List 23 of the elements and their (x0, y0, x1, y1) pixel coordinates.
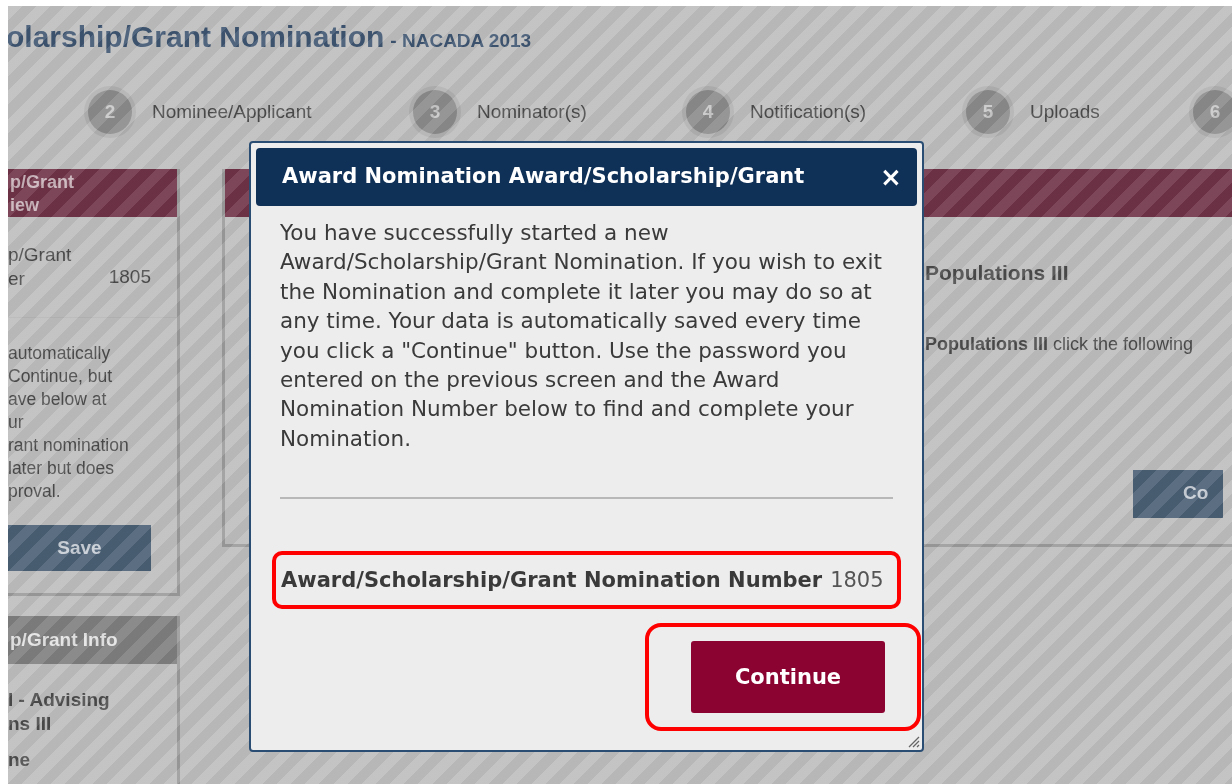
step-label: Nominee/Applicant (152, 99, 312, 124)
nomination-number: 1805 (108, 264, 151, 289)
continue-button[interactable]: Continue (691, 641, 885, 714)
dialog-title: Award Nomination Award/Scholarship/Grant (282, 163, 805, 191)
dialog-message: You have successfully started a new Award/Scholarship/Grant Nomination. If you wish to exit the Nomination and complete it later you may do so at any time. Your data is automatically saved every time you click a "Continue" button. Use the password you entered on the previous screen and the Award Nomination Number below to find and complete your Nomination. (279, 219, 883, 453)
number-label: p/Grant er (8, 243, 72, 291)
instruction-text: Populations III click the following (925, 332, 1195, 356)
panel-header: p/Grant Info (8, 616, 177, 664)
step-label: Notification(s) (750, 99, 867, 124)
award-name: I - Advising ns III (8, 688, 111, 736)
panel-header: p/Grant iew (8, 169, 177, 217)
nomination-number: 1805 (830, 566, 884, 594)
info-line: ne (8, 748, 32, 772)
page-subtitle: - NACADA 2013 (390, 29, 532, 53)
page-title: olarship/Grant Nomination (8, 19, 385, 55)
resize-grip-icon (906, 734, 920, 748)
step-label: Nominator(s) (477, 99, 587, 124)
step-label: Uploads (1030, 99, 1100, 124)
close-button[interactable]: × (879, 163, 903, 191)
sidebar-note: automatically Continue, but ave below at ur rant nomination later but does proval. (8, 342, 130, 503)
continue-button[interactable]: Co (1133, 469, 1223, 518)
section-heading: Populations III (925, 260, 1070, 286)
nomination-number-label: Award/Scholarship/Grant Nomination Number (281, 566, 823, 594)
